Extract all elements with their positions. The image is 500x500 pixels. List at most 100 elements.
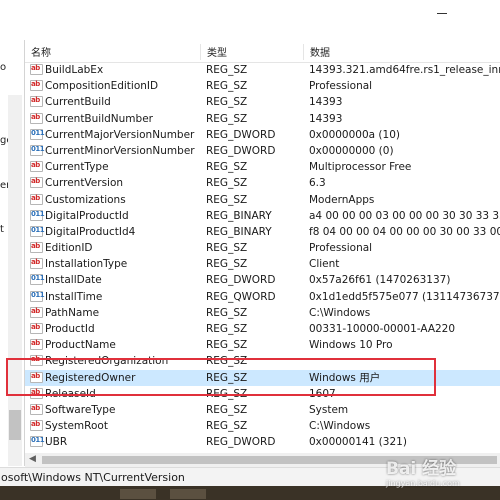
value-row[interactable]: ab SoftwareType REG_SZ System	[25, 402, 500, 418]
value-row[interactable]: ab SystemRoot REG_SZ C:\Windows	[25, 418, 500, 434]
value-row[interactable]: 011 DigitalProductId REG_BINARY a4 00 00 00…	[25, 208, 500, 224]
key-tree-pane[interactable]: o ge en t	[0, 40, 25, 466]
value-data: 0x00000000 (0)	[309, 144, 394, 157]
value-data: Multiprocessor Free	[309, 161, 412, 174]
value-row[interactable]: ab RegisteredOrganization REG_SZ	[25, 353, 500, 369]
string-value-icon: ab	[30, 242, 43, 254]
string-value-icon: ab	[30, 258, 43, 270]
value-type: REG_SZ	[206, 177, 248, 190]
value-row[interactable]: ab CurrentBuildNumber REG_SZ 14393	[25, 111, 500, 127]
tree-vertical-scrollbar[interactable]	[8, 95, 22, 466]
column-header: 名称 类型 数据	[25, 40, 500, 63]
value-type: REG_SZ	[206, 96, 248, 109]
value-data: 6.3	[309, 177, 326, 190]
value-type: REG_SZ	[206, 193, 248, 206]
value-rows: ab BuildLabEx REG_SZ 14393.321.amd64fre.rs1…	[25, 62, 500, 451]
value-name: ProductId	[45, 323, 95, 335]
binary-value-icon: 011	[30, 290, 45, 302]
value-row[interactable]: 011 CurrentMajorVersionNumber REG_DWORD 0x0…	[25, 127, 500, 143]
values-list[interactable]: 名称 类型 数据 ab BuildLabEx REG_SZ 14393.321.amd…	[25, 40, 500, 453]
value-row[interactable]: ab ProductId REG_SZ 00331-10000-00001-AA220	[25, 321, 500, 337]
column-header-name[interactable]: 名称	[25, 44, 201, 60]
value-name: SystemRoot	[45, 420, 108, 433]
value-type: REG_SZ	[206, 161, 248, 174]
value-data: 14393	[309, 112, 343, 125]
value-name: UBR	[45, 436, 68, 449]
value-row[interactable]: 011 UBR REG_DWORD 0x00000141 (321)	[25, 434, 500, 450]
value-data: f8 04 00 00 04 00 00 00 30 00 33 00 36 0…	[309, 225, 500, 238]
string-value-icon: ab	[30, 339, 43, 351]
value-row[interactable]: ab CurrentBuild REG_SZ 14393	[25, 94, 500, 110]
value-type: REG_QWORD	[206, 290, 276, 303]
value-row[interactable]: ab CurrentVersion REG_SZ 6.3	[25, 175, 500, 191]
value-type: REG_BINARY	[206, 209, 272, 222]
taskbar-button[interactable]	[170, 489, 206, 499]
tree-fragment: o	[0, 62, 7, 73]
value-row[interactable]: ab CompositionEditionID REG_SZ Professional	[25, 78, 500, 94]
value-name: CurrentMinorVersionNumber	[45, 144, 195, 157]
value-row[interactable]: ab RegisteredOwner REG_SZ Windows 用户	[25, 369, 500, 386]
string-value-icon: ab	[30, 161, 43, 173]
value-data: Professional	[309, 80, 373, 93]
value-type: REG_SZ	[206, 420, 248, 433]
value-type: REG_DWORD	[206, 274, 276, 287]
value-row[interactable]: 011 InstallDate REG_DWORD 0x57a26f61 (14702…	[25, 272, 500, 288]
value-row[interactable]: ab Customizations REG_SZ ModernApps	[25, 192, 500, 208]
string-value-icon: ab	[30, 387, 43, 399]
value-row[interactable]: ab PathName REG_SZ C:\Windows	[25, 305, 500, 321]
binary-value-icon: 011	[30, 128, 45, 140]
value-name: CurrentVersion	[45, 177, 124, 190]
value-row[interactable]: ab CurrentType REG_SZ Multiprocessor Free	[25, 159, 500, 175]
string-value-icon: ab	[30, 420, 43, 432]
binary-value-icon: 011	[30, 209, 45, 221]
value-type: REG_DWORD	[206, 436, 276, 449]
minimize-icon[interactable]	[437, 13, 447, 14]
value-type: REG_SZ	[206, 258, 248, 271]
binary-value-icon: 011	[30, 225, 45, 237]
value-row[interactable]: ab EditionID REG_SZ Professional	[25, 240, 500, 256]
value-name: CurrentMajorVersionNumber	[45, 128, 195, 141]
value-name: InstallTime	[45, 290, 103, 303]
value-data: 0x0000000a (10)	[309, 128, 400, 141]
string-value-icon: ab	[30, 306, 43, 318]
value-type: REG_SZ	[206, 403, 248, 416]
value-row[interactable]: ab ProductName REG_SZ Windows 10 Pro	[25, 337, 500, 353]
value-data: Professional	[309, 242, 373, 255]
value-name: Customizations	[45, 193, 126, 206]
value-name: CurrentBuild	[45, 96, 111, 109]
value-name: SoftwareType	[45, 403, 116, 416]
taskbar-button[interactable]	[120, 489, 156, 499]
value-type: REG_SZ	[206, 242, 248, 255]
value-type: REG_SZ	[206, 80, 248, 93]
value-data: C:\Windows	[309, 420, 371, 433]
value-name: DigitalProductId4	[45, 225, 136, 238]
value-type: REG_SZ	[206, 371, 248, 384]
value-data: 0x57a26f61 (1470263137)	[309, 274, 451, 287]
value-row[interactable]: ab ReleaseId REG_SZ 1607	[25, 386, 500, 402]
value-data: Windows 10 Pro	[309, 339, 393, 352]
tree-fragment: t	[0, 224, 4, 235]
value-name: RegisteredOrganization	[45, 355, 169, 368]
watermark-logo: Bai 经验 jingyan.baidu.com	[386, 454, 460, 488]
value-name: CurrentType	[45, 161, 109, 174]
value-row[interactable]: ab InstallationType REG_SZ Client	[25, 256, 500, 272]
tree-scroll-thumb[interactable]	[9, 410, 21, 440]
scroll-left-arrow-icon[interactable]: ◀	[29, 454, 36, 464]
value-type: REG_DWORD	[206, 144, 276, 157]
value-row[interactable]: 011 InstallTime REG_QWORD 0x1d1edd5f575e077…	[25, 289, 500, 305]
value-data: 1607	[309, 387, 336, 400]
value-name: BuildLabEx	[45, 64, 104, 76]
column-header-data[interactable]: 数据	[304, 44, 500, 60]
taskbar	[0, 486, 500, 500]
value-data: C:\Windows	[309, 306, 371, 319]
value-type: REG_SZ	[206, 387, 248, 400]
value-data: ModernApps	[309, 193, 375, 206]
value-row[interactable]: 011 DigitalProductId4 REG_BINARY f8 04 00 0…	[25, 224, 500, 240]
value-row[interactable]: ab BuildLabEx REG_SZ 14393.321.amd64fre.rs1…	[25, 62, 500, 78]
column-header-type[interactable]: 类型	[201, 44, 304, 60]
value-row[interactable]: 011 CurrentMinorVersionNumber REG_DWORD 0x0…	[25, 143, 500, 159]
value-name: CompositionEditionID	[45, 80, 159, 93]
value-data: 00331-10000-00001-AA220	[309, 323, 456, 335]
string-value-icon: ab	[30, 355, 43, 367]
value-data: 14393.321.amd64fre.rs1_release_inmarket	[309, 64, 500, 76]
